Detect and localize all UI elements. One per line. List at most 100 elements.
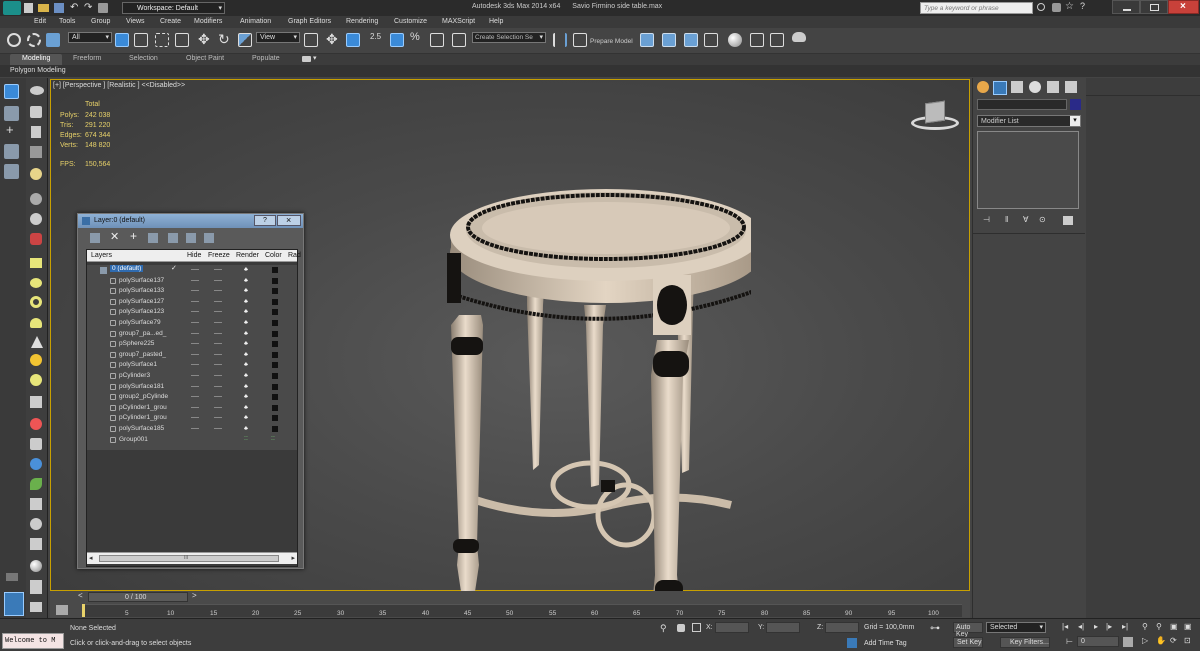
search-icon[interactable]: [1037, 3, 1045, 11]
layer-row[interactable]: polySurface185 ♣: [89, 424, 298, 435]
scroll-handle[interactable]: [6, 573, 18, 581]
redo-icon[interactable]: ↷: [84, 2, 92, 13]
add-selected-icon[interactable]: +: [130, 229, 137, 243]
pan-icon[interactable]: ✋: [1156, 636, 1166, 645]
make-unique-icon[interactable]: ∀: [1023, 215, 1028, 224]
layer-manager-window[interactable]: Layer:0 (default) ? × ✕ + Layers Hide Fr…: [77, 213, 304, 569]
angle-snap-icon[interactable]: [390, 33, 404, 47]
sun-icon[interactable]: [30, 354, 42, 366]
hierarchy-tab-icon[interactable]: [1011, 81, 1023, 93]
globe-icon[interactable]: [30, 458, 42, 470]
absolute-mode-icon[interactable]: [692, 623, 701, 632]
material-editor-icon[interactable]: [728, 33, 742, 47]
time-slider[interactable]: 0 / 100: [88, 592, 188, 602]
scroll-right-icon[interactable]: ▸: [291, 554, 295, 562]
render-icon[interactable]: ♣: [244, 394, 251, 400]
layer-color-swatch[interactable]: [272, 415, 278, 422]
render-icon[interactable]: ♣: [244, 405, 251, 411]
hair-icon[interactable]: [30, 498, 42, 510]
menu-edit[interactable]: Edit: [34, 18, 46, 25]
find-layer-icon[interactable]: [4, 144, 19, 159]
lock-icon[interactable]: [677, 624, 685, 632]
tab-object-paint[interactable]: Object Paint: [186, 55, 224, 62]
key-mode-toggle-icon[interactable]: ⊢: [1066, 637, 1073, 646]
column-radiosity[interactable]: Rad: [288, 252, 301, 259]
menu-group[interactable]: Group: [91, 18, 110, 25]
goto-start-icon[interactable]: |◂: [1062, 622, 1068, 631]
layer-color-swatch[interactable]: [272, 298, 278, 305]
render-icon[interactable]: ♣: [244, 320, 251, 326]
scale-icon[interactable]: [238, 33, 252, 47]
close-button[interactable]: ×: [277, 215, 301, 226]
orbit-icon[interactable]: ⟳: [1170, 636, 1177, 645]
hold-icon[interactable]: [98, 3, 108, 13]
move-icon[interactable]: ✥: [198, 31, 210, 48]
freeze-all-icon[interactable]: [204, 233, 214, 243]
help-button[interactable]: ?: [254, 215, 276, 226]
select-in-layer-icon[interactable]: [148, 233, 158, 243]
zoom-all-icon[interactable]: ⚲: [1156, 622, 1162, 631]
scroll-left-icon[interactable]: ◂: [89, 554, 93, 562]
layer-row-default[interactable]: 0 (default) ✓ ♣: [89, 265, 298, 276]
column-color[interactable]: Color: [265, 252, 282, 259]
create-tab-icon[interactable]: [977, 81, 989, 93]
set-key-button[interactable]: Set Key: [953, 637, 983, 648]
menu-help[interactable]: Help: [489, 18, 503, 25]
maxscript-listener[interactable]: Welcome to M: [2, 633, 64, 649]
ribbon-subtab-polygon-modeling[interactable]: Polygon Modeling: [10, 67, 66, 74]
layer-color-swatch[interactable]: [272, 351, 278, 358]
subscription-icon[interactable]: [1052, 3, 1061, 12]
layer-row[interactable]: pCylinder3 ♣: [89, 371, 298, 382]
scene-explorer-icon[interactable]: [662, 33, 676, 47]
leaf-icon[interactable]: [30, 478, 42, 490]
pivot-center-icon[interactable]: [304, 33, 318, 47]
spinner-snap-icon[interactable]: [430, 33, 444, 47]
tab-freeform[interactable]: Freeform: [73, 55, 101, 62]
ribbon-options-icon[interactable]: [302, 56, 311, 62]
layer-row[interactable]: polySurface1 ♣: [89, 360, 298, 371]
bones-icon[interactable]: [30, 396, 42, 408]
key-icon[interactable]: ⊶: [930, 623, 940, 634]
select-by-name-icon[interactable]: [134, 33, 148, 47]
utilities-tab-icon[interactable]: [1065, 81, 1077, 93]
layer-color-swatch[interactable]: [272, 373, 278, 379]
lock-icon[interactable]: [30, 106, 42, 118]
layer-color-swatch[interactable]: [272, 383, 278, 390]
layer-row[interactable]: polySurface181 ♣: [89, 382, 298, 393]
chevron-down-icon[interactable]: ▾: [313, 54, 317, 62]
render-icon[interactable]: ♣: [244, 426, 251, 432]
ball-icon[interactable]: [30, 560, 42, 572]
window-crossing-icon[interactable]: [175, 33, 189, 47]
new-file-icon[interactable]: [24, 3, 33, 13]
color-dots[interactable]: ::: [271, 435, 275, 442]
current-frame-marker[interactable]: [82, 604, 85, 617]
render-icon[interactable]: ♣: [244, 352, 251, 358]
active-check-icon[interactable]: ✓: [171, 264, 177, 272]
pflow-icon[interactable]: [30, 538, 42, 550]
document-icon[interactable]: [31, 126, 41, 138]
object-color-swatch[interactable]: [1070, 99, 1081, 110]
helper-icon[interactable]: [30, 213, 42, 225]
menu-maxscript[interactable]: MAXScript: [442, 18, 475, 25]
highlight-layer-icon[interactable]: [168, 233, 178, 243]
layer-color-swatch[interactable]: [272, 362, 278, 369]
maximize-viewport-icon[interactable]: ⊡: [1184, 636, 1191, 645]
star-icon[interactable]: ☆: [1065, 1, 1074, 12]
menu-views[interactable]: Views: [126, 18, 145, 25]
layer-color-swatch[interactable]: [272, 394, 278, 401]
scroll-thumb[interactable]: III: [99, 555, 279, 562]
unlink-icon[interactable]: [27, 33, 41, 47]
time-config-icon[interactable]: [1123, 637, 1133, 647]
next-frame-icon[interactable]: |▸: [1106, 622, 1112, 631]
render-icon[interactable]: ♣: [244, 331, 251, 337]
mirror-icon[interactable]: [553, 33, 567, 47]
side-table-model[interactable]: [421, 125, 751, 595]
graphite-toggle-icon[interactable]: [684, 33, 698, 47]
render-icon[interactable]: ♣: [244, 267, 251, 273]
layer-color-swatch[interactable]: [272, 288, 278, 295]
spacewarp-icon[interactable]: [30, 233, 42, 245]
zoom-extents-all-icon[interactable]: ▣: [1184, 622, 1192, 631]
undo-icon[interactable]: ↶: [70, 2, 78, 13]
layer-row[interactable]: polySurface123 ♣: [89, 307, 298, 318]
select-link-icon[interactable]: [7, 33, 21, 47]
